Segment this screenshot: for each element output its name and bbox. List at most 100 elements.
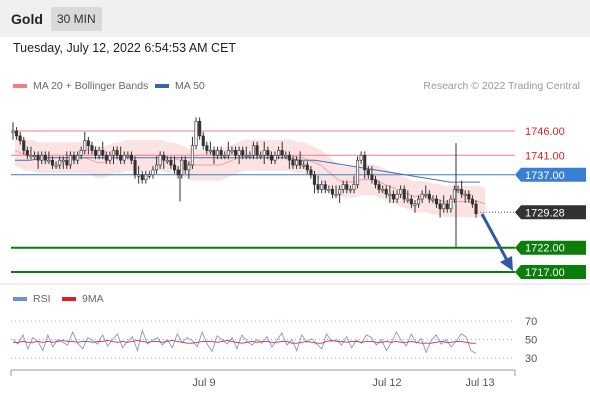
candle-body	[280, 150, 284, 156]
rsi-tick-label-50: 50	[525, 335, 537, 347]
candle-body	[76, 155, 80, 161]
candle-body	[79, 150, 83, 156]
level-tag-text: 1746.00	[525, 126, 565, 138]
candle-body	[327, 189, 331, 192]
level-tag-text: 1737.00	[525, 170, 565, 182]
candle-body	[434, 198, 439, 205]
candle-body	[58, 159, 62, 166]
candle-body	[219, 150, 223, 156]
candle-body	[50, 159, 55, 166]
candle-body	[230, 150, 234, 153]
candle-body	[452, 189, 457, 200]
candle-body	[61, 159, 65, 162]
candle-body	[226, 150, 230, 156]
candle-body	[467, 193, 471, 200]
level-tag-1717.00: 1717.00	[515, 265, 586, 279]
candle-body	[449, 198, 453, 210]
candle-body	[338, 189, 342, 195]
candle-body	[83, 140, 87, 151]
candle-body	[470, 198, 475, 205]
candle-body	[108, 155, 112, 161]
candle-body	[330, 189, 335, 195]
candle-body	[122, 155, 126, 161]
level-tag-1722.00: 1722.00	[515, 240, 586, 255]
candle-body	[32, 155, 37, 158]
candle-body	[187, 164, 191, 171]
candle-body	[355, 159, 360, 185]
candle-body	[216, 150, 220, 156]
candle-body	[54, 164, 58, 167]
candle-body	[373, 179, 378, 185]
candle-body	[348, 189, 352, 192]
candle-body	[312, 174, 317, 185]
candle-body	[359, 155, 363, 161]
candle-body	[208, 150, 212, 153]
candle-body	[94, 150, 98, 156]
candle-body	[180, 159, 184, 176]
candle-body	[345, 184, 349, 190]
candle-body	[201, 135, 205, 146]
candle-body	[424, 193, 428, 196]
candle-body	[291, 159, 295, 166]
candle-body	[97, 150, 101, 156]
candle-body	[388, 193, 392, 196]
candle-body	[147, 174, 151, 177]
candle-body	[384, 189, 388, 195]
candle-body	[305, 164, 309, 171]
forecast-arrow-line	[480, 213, 510, 263]
candle-body	[137, 174, 141, 177]
candle-body	[420, 193, 424, 200]
candle-body	[101, 150, 105, 156]
level-tag-text: 1717.00	[525, 267, 565, 279]
candle-body	[399, 189, 403, 195]
candle-body	[212, 150, 216, 156]
level-tag-text: 1741.00	[525, 150, 565, 162]
candle-body	[234, 150, 238, 156]
level-tag-text: 1722.00	[525, 243, 565, 255]
candle-body	[115, 150, 119, 156]
candle-body	[334, 193, 338, 196]
ma9-line	[13, 339, 476, 344]
candle-body	[72, 155, 76, 161]
candle-body	[463, 193, 467, 196]
x-tick-label: Jul 13	[465, 377, 494, 389]
candle-body	[18, 135, 22, 142]
candle-body	[176, 169, 180, 176]
candle-body	[129, 155, 133, 161]
candle-body	[244, 155, 248, 158]
candle-body	[47, 159, 51, 162]
candle-body	[104, 155, 108, 161]
candle-body	[111, 150, 115, 156]
candle-body	[391, 193, 396, 200]
candle-body	[341, 184, 345, 190]
candle-body	[273, 155, 277, 161]
level-tag-1729.28: 1729.28	[515, 205, 586, 220]
candle-body	[445, 203, 449, 210]
x-tick-label: Jul 9	[192, 377, 215, 389]
candle-body	[155, 164, 159, 171]
candle-body	[316, 184, 320, 190]
candle-body	[366, 169, 370, 176]
price-chart: 1746.00 1741.00 1737.00 1729.28 1722.00 1717.…	[0, 117, 590, 389]
candle-body	[381, 189, 385, 192]
candle-body	[409, 198, 413, 205]
rsi-tick-label-30: 30	[525, 353, 537, 365]
candle-body	[223, 155, 227, 158]
candle-body	[431, 198, 435, 201]
candle-body	[205, 145, 209, 151]
candle-body	[241, 150, 245, 156]
x-tick-label: Jul 12	[372, 377, 401, 389]
candle-body	[144, 174, 148, 181]
candle-body	[395, 193, 399, 200]
candle-body	[90, 145, 94, 151]
candle-body	[251, 145, 255, 156]
candle-body	[266, 150, 270, 156]
candle-body	[294, 159, 299, 166]
candle-body	[277, 150, 281, 156]
candle-body	[36, 155, 40, 161]
candle-body	[29, 155, 33, 158]
candle-body	[162, 155, 166, 161]
candle-body	[237, 150, 241, 156]
candle-body	[15, 130, 19, 137]
candle-body	[416, 198, 421, 205]
